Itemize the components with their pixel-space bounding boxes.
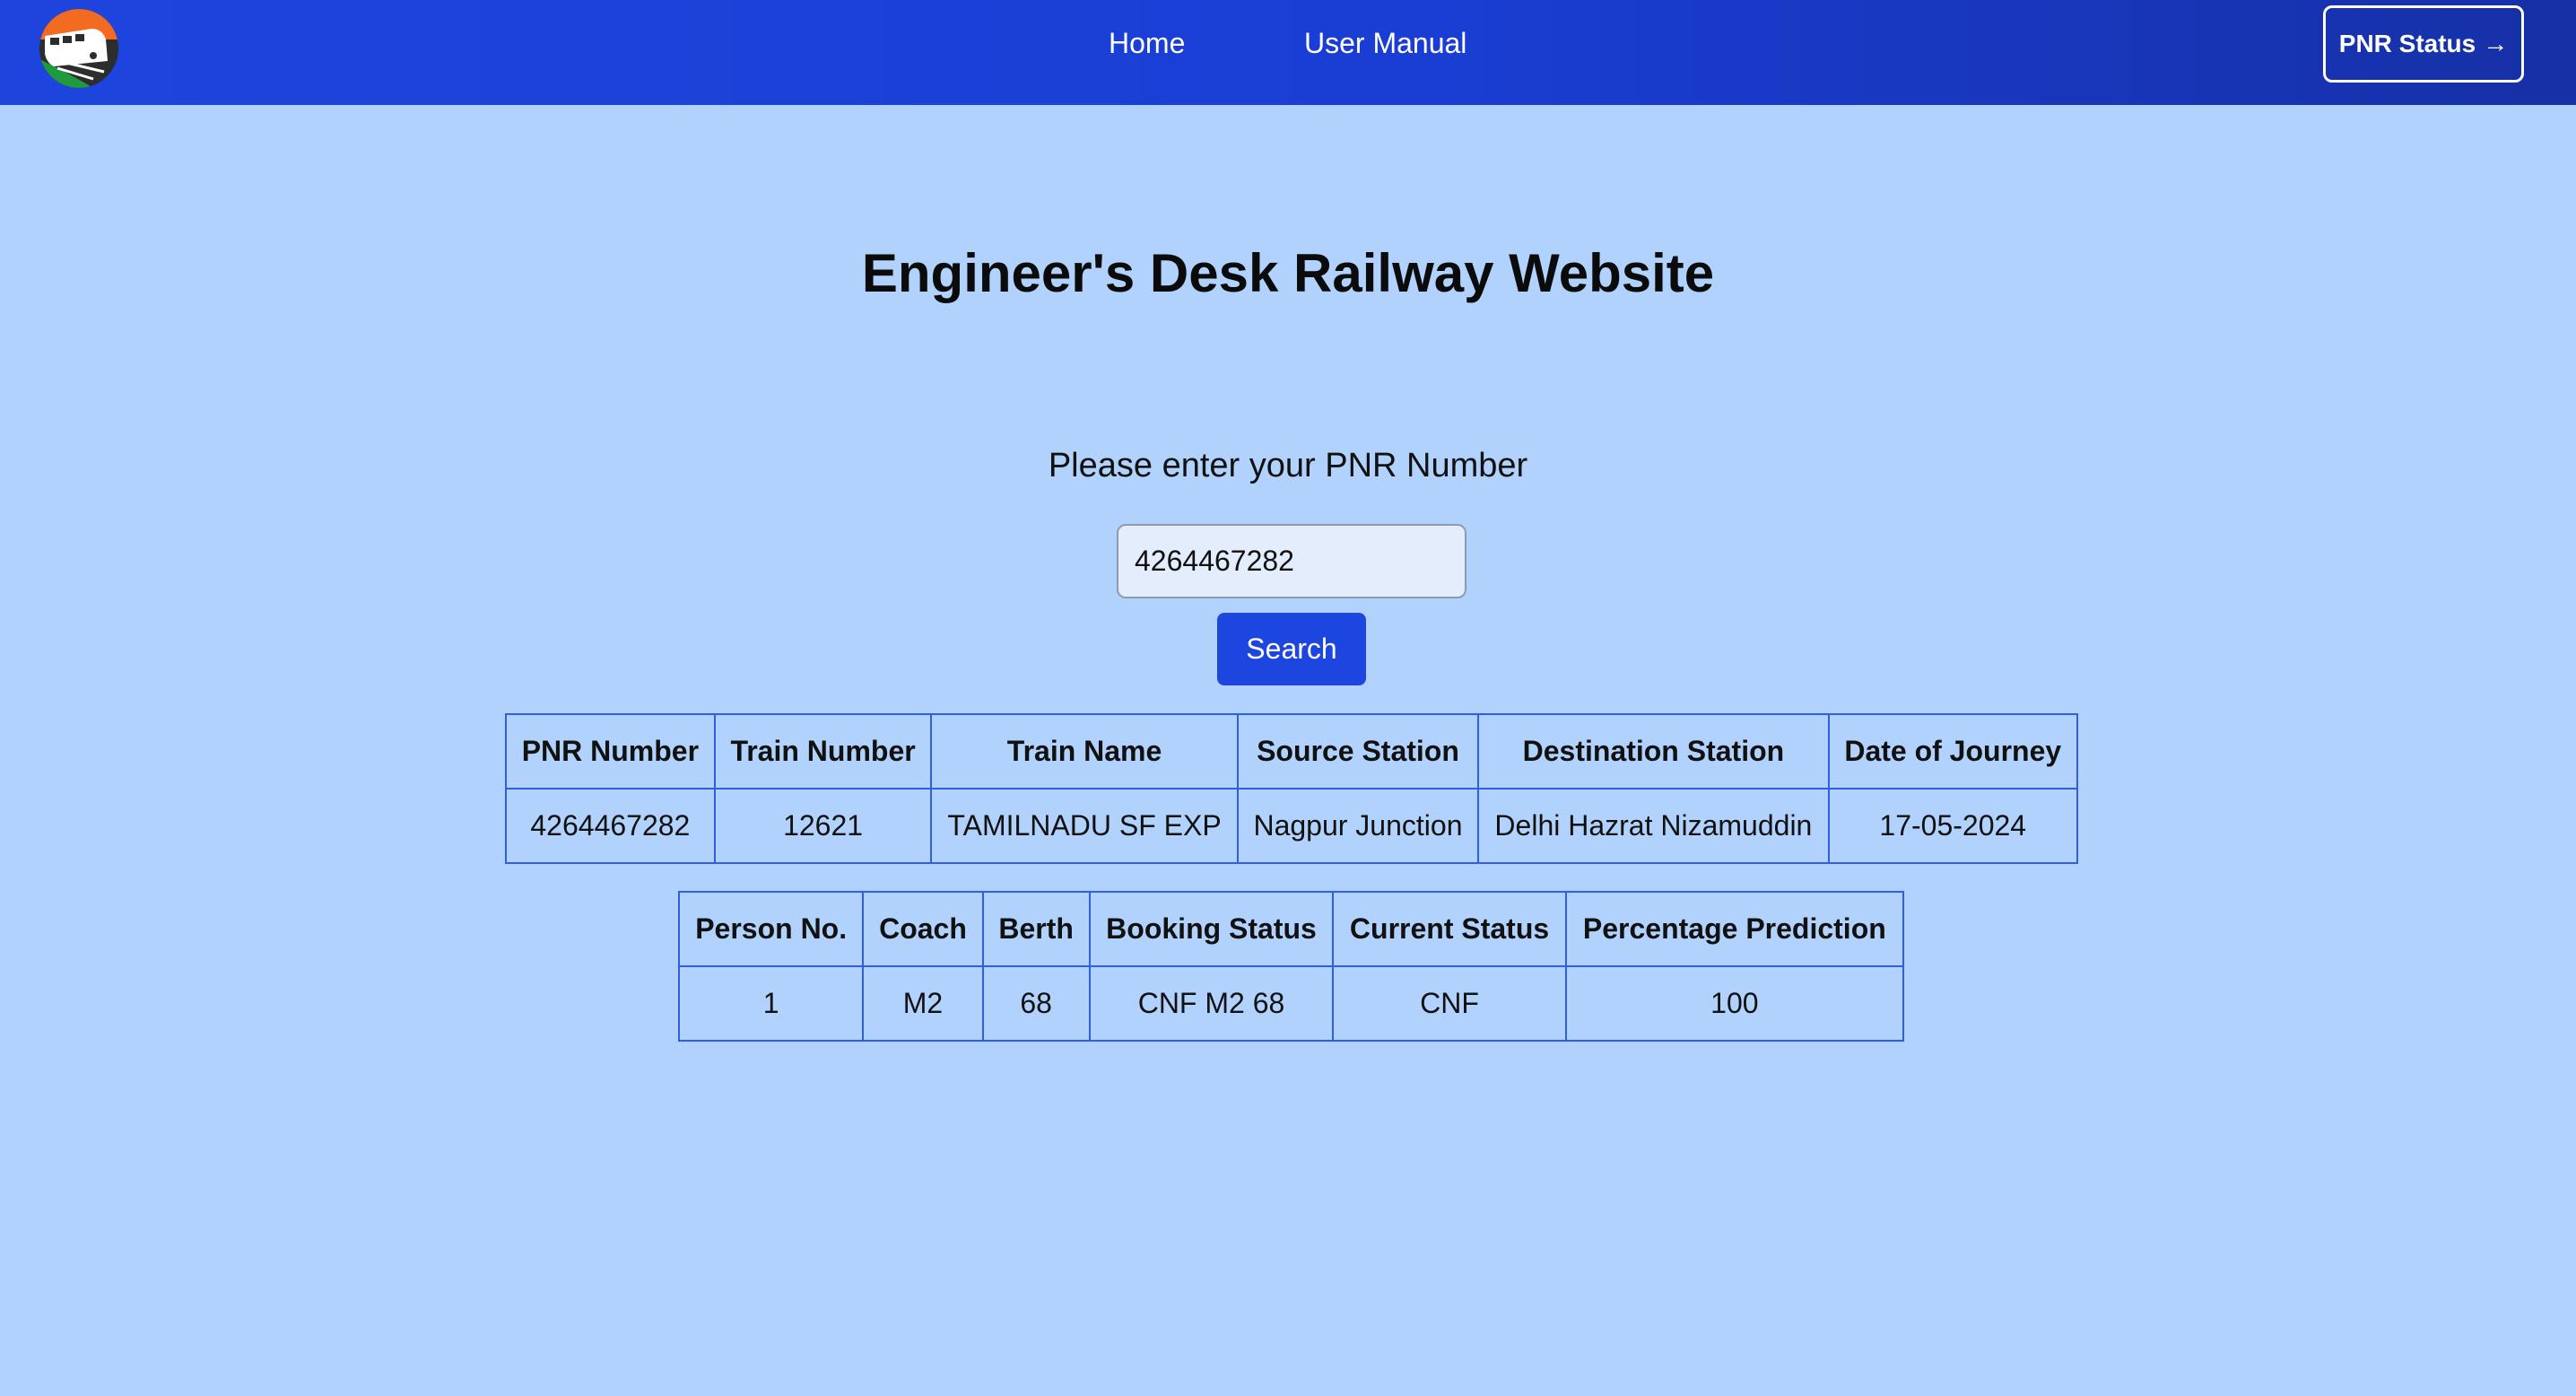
pnr-status-label: PNR Status [2338,30,2476,57]
column-header-current-status: Current Status [1332,891,1567,967]
cell-berth: 68 [981,965,1091,1042]
nav-home-link[interactable]: Home [1109,27,1185,60]
column-header-train-name: Train Name [930,713,1239,790]
cell-train-name: TAMILNADU SF EXP [930,788,1239,864]
cell-person-no: 1 [677,965,865,1042]
column-header-source-station: Source Station [1236,713,1480,790]
navbar: Home User Manual PNR Status → [0,0,2576,105]
cell-pnr-number: 4264467282 [505,788,716,864]
column-header-train-number: Train Number [713,713,933,790]
pnr-input[interactable] [1117,524,1466,598]
column-header-coach: Coach [862,891,984,967]
column-header-berth: Berth [981,891,1091,967]
column-header-date-of-journey: Date of Journey [1827,713,2078,790]
arrow-right-icon: → [2483,30,2509,57]
table-row: 4264467282 12621 TAMILNADU SF EXP Nagpur… [505,788,2078,864]
cell-source-station: Nagpur Junction [1236,788,1480,864]
cell-date-of-journey: 17-05-2024 [1827,788,2078,864]
train-details-table: PNR Number Train Number Train Name Sourc… [505,713,2078,864]
pnr-prompt: Please enter your PNR Number [1048,447,1528,484]
nav-user-manual-link[interactable]: User Manual [1304,27,1466,60]
passenger-status-table: Person No. Coach Berth Booking Status Cu… [677,891,1905,1042]
table-header-row: PNR Number Train Number Train Name Sourc… [505,713,2078,790]
search-button[interactable]: Search [1217,613,1366,685]
cell-percentage-prediction: 100 [1564,965,1905,1042]
page-title: Engineer's Desk Railway Website [861,243,1715,303]
column-header-person-no: Person No. [677,891,865,967]
cell-train-number: 12621 [713,788,933,864]
railway-logo-icon[interactable] [39,9,118,88]
cell-destination-station: Delhi Hazrat Nizamuddin [1477,788,1830,864]
nav-links: Home User Manual [0,0,2576,92]
cell-coach: M2 [862,965,984,1042]
column-header-booking-status: Booking Status [1088,891,1335,967]
table-header-row: Person No. Coach Berth Booking Status Cu… [677,891,1905,967]
pnr-status-button[interactable]: PNR Status → [2323,5,2524,83]
column-header-percentage-prediction: Percentage Prediction [1564,891,1905,967]
cell-current-status: CNF [1332,965,1567,1042]
table-row: 1 M2 68 CNF M2 68 CNF 100 [677,965,1905,1042]
column-header-destination-station: Destination Station [1477,713,1830,790]
cell-booking-status: CNF M2 68 [1088,965,1335,1042]
column-header-pnr-number: PNR Number [505,713,716,790]
